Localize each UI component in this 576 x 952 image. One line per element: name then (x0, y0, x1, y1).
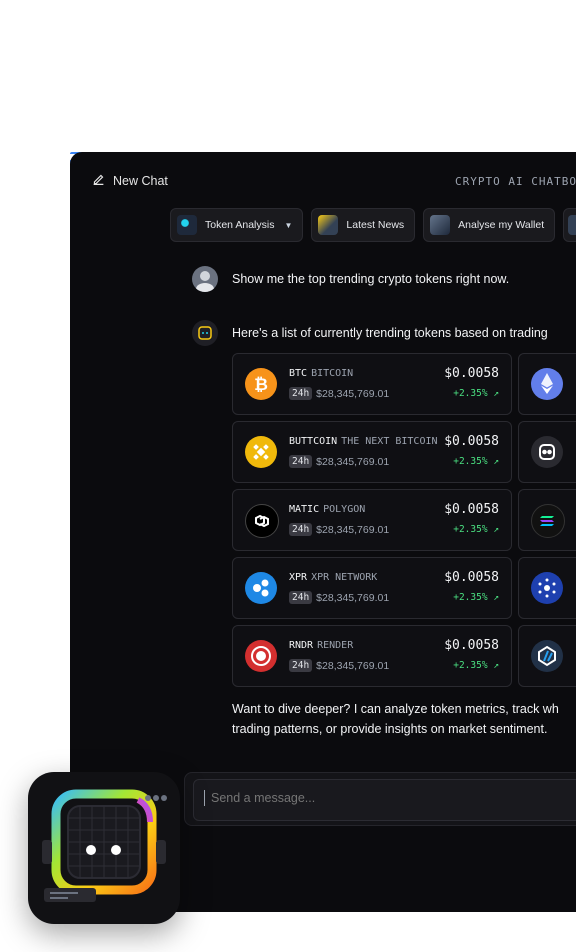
arbitrum-icon (531, 640, 563, 672)
user-message-text: Show me the top trending crypto tokens r… (232, 272, 510, 286)
bot-avatar (192, 320, 218, 346)
followup-line-1: Want to dive deeper? I can analyze token… (232, 702, 559, 716)
solana-icon (531, 504, 565, 538)
bot-followup-text: Want to dive deeper? I can analyze token… (232, 699, 559, 739)
app-brand-title: CRYPTO AI CHATBOT (455, 175, 576, 188)
chip-latest-news[interactable]: Latest News (311, 208, 416, 242)
period-badge: 24h (289, 387, 313, 400)
token-name: RENDER (317, 640, 354, 651)
token-change: +2.35% ↗ (453, 660, 499, 671)
token-card-arb[interactable] (518, 625, 576, 687)
token-price: $0.0058 (444, 570, 499, 585)
token-volume: 24h $28,345,769.01 (289, 591, 389, 604)
chip-analyse-wallet[interactable]: Analyse my Wallet (423, 208, 556, 242)
more-chip-icon (568, 215, 576, 235)
polygon-icon (245, 504, 279, 538)
token-card-bot-coin[interactable] (518, 421, 576, 483)
message-composer (184, 772, 576, 826)
token-symbol: RNDR RENDER (289, 640, 354, 651)
chip-token-analysis[interactable]: Token Analysis ▼ (170, 208, 304, 242)
token-volume: 24h $28,345,769.01 (289, 523, 389, 536)
token-symbol: XPR XPR NETWORK (289, 572, 378, 583)
top-bar: New Chat CRYPTO AI CHATBOT (70, 152, 576, 208)
bot-intro-text: Here's a list of currently trending toke… (232, 326, 548, 340)
token-card-btc[interactable]: ₿ BTC BITCOIN 24h $28,345,769.01 $0.0058 +… (232, 353, 512, 415)
user-avatar (192, 266, 218, 292)
bot-coin-icon (531, 436, 563, 468)
render-icon (245, 640, 277, 672)
token-price: $0.0058 (444, 366, 499, 381)
token-card-buttcoin[interactable]: BUTTCOIN THE NEXT BITCOIN 24h $28,345,769.… (232, 421, 512, 483)
period-badge: 24h (289, 659, 313, 672)
token-name: XPR NETWORK (311, 572, 378, 583)
token-analysis-icon (177, 215, 197, 235)
bot-message: Here's a list of currently trending toke… (192, 320, 548, 346)
chip-label: Analyse my Wallet (458, 219, 545, 231)
new-chat-button[interactable]: New Chat (92, 173, 168, 189)
chip-label: Latest News (346, 219, 405, 231)
token-price: $0.0058 (444, 638, 499, 653)
token-symbol: BUTTCOIN THE NEXT BITCOIN (289, 436, 438, 447)
bitcoin-icon: ₿ (245, 368, 277, 400)
token-symbol: BTC BITCOIN (289, 368, 354, 379)
new-chat-label: New Chat (113, 174, 168, 188)
token-card-matic[interactable]: MATIC POLYGON 24h $28,345,769.01 $0.0058 +… (232, 489, 512, 551)
app-robot-logo (28, 772, 180, 924)
chip-more[interactable] (563, 208, 576, 242)
token-price: $0.0058 (444, 502, 499, 517)
token-name: POLYGON (323, 504, 366, 515)
ethereum-icon (531, 368, 563, 400)
followup-line-2: trading patterns, or provide insights on… (232, 722, 548, 736)
bnb-icon (245, 436, 277, 468)
chevron-down-icon: ▼ (284, 220, 293, 230)
token-price: $0.0058 (444, 434, 499, 449)
token-card-rndr[interactable]: RNDR RENDER 24h $28,345,769.01 $0.0058 +2.… (232, 625, 512, 687)
token-change: +2.35% ↗ (453, 388, 499, 399)
period-badge: 24h (289, 455, 313, 468)
token-change: +2.35% ↗ (453, 456, 499, 467)
suggestion-chips: Token Analysis ▼ Latest News Analyse my … (170, 208, 576, 242)
token-name: THE NEXT BITCOIN (341, 436, 438, 447)
token-card-xpr[interactable]: XPR XPR NETWORK 24h $28,345,769.01 $0.0058… (232, 557, 512, 619)
period-badge: 24h (289, 523, 313, 536)
user-message: Show me the top trending crypto tokens r… (192, 266, 509, 292)
bot-face-icon (198, 326, 212, 340)
token-volume: 24h $28,345,769.01 (289, 387, 389, 400)
svg-text:₿: ₿ (254, 375, 268, 395)
token-card-eth[interactable] (518, 353, 576, 415)
token-volume: 24h $28,345,769.01 (289, 659, 389, 672)
message-input[interactable] (204, 790, 573, 806)
message-input-box (193, 779, 576, 821)
token-change: +2.35% ↗ (453, 592, 499, 603)
wallet-icon (430, 215, 451, 235)
period-badge: 24h (289, 591, 313, 604)
token-card-sol[interactable] (518, 489, 576, 551)
chip-label: Token Analysis (205, 219, 275, 231)
token-volume: 24h $28,345,769.01 (289, 455, 389, 468)
token-change: +2.35% ↗ (453, 524, 499, 535)
cardano-icon (531, 572, 563, 604)
pencil-icon (92, 173, 105, 189)
newspaper-icon (318, 215, 339, 235)
token-name: BITCOIN (311, 368, 354, 379)
token-card-ada[interactable] (518, 557, 576, 619)
token-symbol: MATIC POLYGON (289, 504, 366, 515)
xpr-icon (245, 572, 277, 604)
